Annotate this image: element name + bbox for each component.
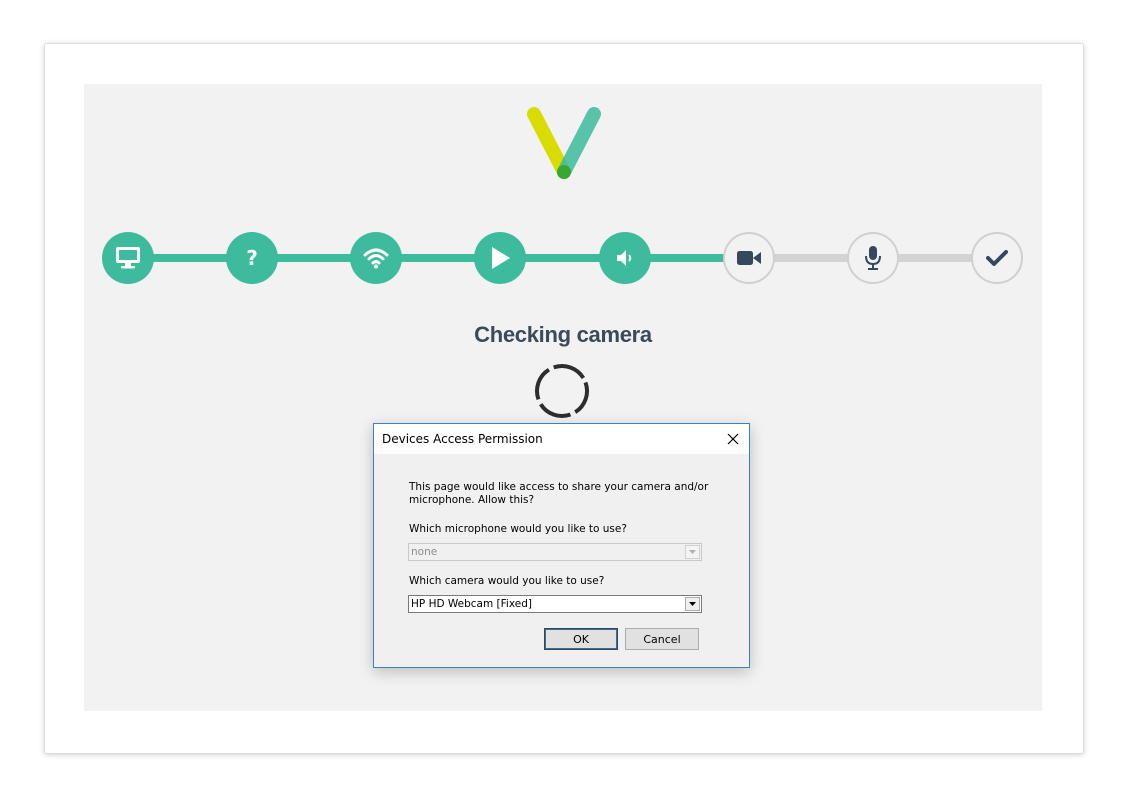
ok-button[interactable]: OK	[544, 628, 618, 650]
page-title: Checking camera	[474, 322, 652, 347]
loading-spinner	[535, 364, 589, 418]
step-complete	[971, 232, 1023, 284]
chevron-down-icon	[689, 602, 696, 606]
speaker-icon	[617, 250, 632, 266]
close-icon	[727, 433, 739, 445]
step-display	[102, 232, 154, 284]
monitor-icon	[116, 247, 140, 269]
checkmark-icon	[986, 250, 1008, 266]
device-permission-dialog: Devices Access Permission This page woul…	[373, 423, 750, 668]
cancel-button[interactable]: Cancel	[625, 628, 699, 650]
brand-logo	[527, 107, 601, 179]
camera-select[interactable]: HP HD Webcam [Fixed]	[408, 595, 702, 613]
camera-dropdown-arrow[interactable]	[685, 597, 700, 611]
dialog-message-line1: This page would like access to share you…	[409, 481, 709, 493]
video-camera-icon	[737, 251, 761, 265]
microphone-label: Which microphone would you like to use?	[409, 523, 627, 535]
play-icon	[492, 247, 510, 269]
step-microphone	[847, 232, 899, 284]
camera-label: Which camera would you like to use?	[409, 575, 605, 587]
camera-select-value: HP HD Webcam [Fixed]	[411, 598, 532, 610]
step-audio	[599, 232, 651, 284]
chevron-down-icon	[689, 550, 696, 554]
microphone-select-value: none	[411, 546, 438, 558]
microphone-dropdown-arrow	[685, 545, 700, 559]
microphone-icon	[865, 246, 881, 270]
question-icon: ?	[246, 247, 258, 269]
dialog-titlebar[interactable]: Devices Access Permission	[374, 424, 749, 454]
microphone-select: none	[408, 543, 702, 561]
progress-track-completed	[128, 254, 754, 262]
svg-text:?: ?	[246, 247, 258, 269]
dialog-message-line2: microphone. Allow this?	[409, 494, 535, 506]
step-network	[350, 232, 402, 284]
close-button[interactable]	[723, 429, 743, 449]
wifi-icon	[363, 248, 389, 269]
step-camera	[723, 232, 775, 284]
dialog-title: Devices Access Permission	[382, 432, 543, 446]
step-help: ?	[226, 232, 278, 284]
step-playback	[474, 232, 526, 284]
